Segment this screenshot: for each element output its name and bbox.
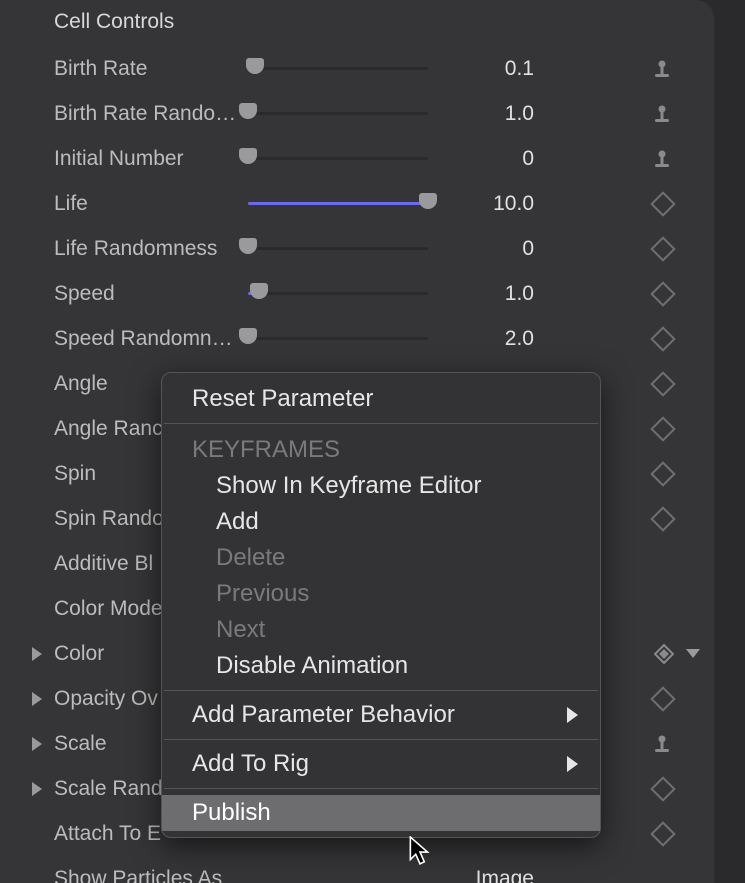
disclosure-triangle-icon[interactable] xyxy=(32,692,42,706)
slider-thumb[interactable] xyxy=(419,193,437,209)
parameter-label: Birth Rate xyxy=(54,57,244,81)
slider-track xyxy=(248,247,428,250)
slider-thumb[interactable] xyxy=(250,283,268,299)
parameter-value[interactable]: 0 xyxy=(444,237,534,261)
parameter-label: Show Particles As xyxy=(54,867,244,883)
disclosure-triangle-icon[interactable] xyxy=(32,782,42,796)
parameter-label: Speed Randomn… xyxy=(54,327,244,351)
rig-icon[interactable] xyxy=(652,59,672,79)
menu-delete-keyframe: Delete xyxy=(162,540,600,576)
parameter-row: Show Particles As Image xyxy=(0,856,714,883)
disclosure-triangle-icon[interactable] xyxy=(32,647,42,661)
section-title: Cell Controls xyxy=(54,10,714,34)
parameter-value[interactable]: 0 xyxy=(444,147,534,171)
menu-add-keyframe[interactable]: Add xyxy=(162,504,600,540)
keyframe-icon[interactable] xyxy=(650,416,675,441)
slider-track xyxy=(248,112,428,115)
slider-thumb[interactable] xyxy=(239,103,257,119)
parameter-value[interactable]: 2.0 xyxy=(444,327,534,351)
menu-item-label: Add To Rig xyxy=(192,750,309,777)
menu-reset-parameter[interactable]: Reset Parameter xyxy=(162,381,600,417)
parameter-value[interactable]: 1.0 xyxy=(444,102,534,126)
slider[interactable] xyxy=(248,284,428,304)
slider[interactable] xyxy=(248,239,428,259)
rig-icon[interactable] xyxy=(652,104,672,124)
keyframe-icon[interactable] xyxy=(650,686,675,711)
parameter-label: Birth Rate Rando… xyxy=(54,102,244,126)
keyframe-icon[interactable] xyxy=(650,191,675,216)
parameter-value[interactable]: 10.0 xyxy=(444,192,534,216)
slider[interactable] xyxy=(248,104,428,124)
parameter-label: Life Randomness xyxy=(54,237,244,261)
menu-separator xyxy=(164,739,598,740)
menu-disable-animation[interactable]: Disable Animation xyxy=(162,648,600,684)
menu-previous-keyframe: Previous xyxy=(162,576,600,612)
keyframe-icon[interactable] xyxy=(650,461,675,486)
menu-keyframes-heading: KEYFRAMES xyxy=(162,430,600,468)
context-menu: Reset Parameter KEYFRAMES Show In Keyfra… xyxy=(161,372,601,838)
disclosure-triangle-icon[interactable] xyxy=(32,737,42,751)
slider-fill xyxy=(248,202,428,205)
menu-add-to-rig[interactable]: Add To Rig xyxy=(162,746,600,782)
slider-track xyxy=(248,337,428,340)
parameter-value[interactable]: Image xyxy=(444,867,534,883)
keyframe-icon[interactable] xyxy=(650,236,675,261)
slider[interactable] xyxy=(248,329,428,349)
menu-separator xyxy=(164,690,598,691)
parameter-label: Initial Number xyxy=(54,147,244,171)
parameter-value[interactable]: 0.1 xyxy=(444,57,534,81)
slider-thumb[interactable] xyxy=(239,148,257,164)
menu-item-label: Add Parameter Behavior xyxy=(192,701,455,728)
slider[interactable] xyxy=(248,194,428,214)
menu-next-keyframe: Next xyxy=(162,612,600,648)
menu-separator xyxy=(164,788,598,789)
parameter-row: Life Randomness 0 xyxy=(0,226,714,271)
keyframe-icon[interactable] xyxy=(650,371,675,396)
parameter-row: Birth Rate 0.1 xyxy=(0,46,714,91)
parameter-row: Life 10.0 xyxy=(0,181,714,226)
keyframe-icon[interactable] xyxy=(650,821,675,846)
keyframe-icon[interactable] xyxy=(650,506,675,531)
parameter-label: Speed xyxy=(54,282,244,306)
menu-show-in-keyframe-editor[interactable]: Show In Keyframe Editor xyxy=(162,468,600,504)
slider-thumb[interactable] xyxy=(239,328,257,344)
slider-thumb[interactable] xyxy=(239,238,257,254)
slider[interactable] xyxy=(248,149,428,169)
parameter-row: Initial Number 0 xyxy=(0,136,714,181)
rig-icon[interactable] xyxy=(652,734,672,754)
chevron-down-icon[interactable] xyxy=(686,649,700,658)
parameter-value[interactable]: 1.0 xyxy=(444,282,534,306)
submenu-arrow-icon xyxy=(567,707,578,723)
slider-track xyxy=(248,157,428,160)
submenu-arrow-icon xyxy=(567,756,578,772)
parameter-row: Speed 1.0 xyxy=(0,271,714,316)
menu-separator xyxy=(164,423,598,424)
keyframe-icon[interactable] xyxy=(654,644,674,664)
keyframe-icon[interactable] xyxy=(650,281,675,306)
slider[interactable] xyxy=(248,59,428,79)
menu-publish[interactable]: Publish xyxy=(162,795,600,831)
slider-track xyxy=(248,67,428,70)
menu-add-parameter-behavior[interactable]: Add Parameter Behavior xyxy=(162,697,600,733)
keyframe-icon[interactable] xyxy=(650,326,675,351)
parameter-row: Birth Rate Rando… 1.0 xyxy=(0,91,714,136)
parameter-row: Speed Randomn… 2.0 xyxy=(0,316,714,361)
parameter-label: Life xyxy=(54,192,244,216)
keyframe-icon[interactable] xyxy=(650,776,675,801)
slider-track xyxy=(248,292,428,295)
scrollbar[interactable] xyxy=(715,0,745,883)
rig-icon[interactable] xyxy=(652,149,672,169)
slider-thumb[interactable] xyxy=(246,58,264,74)
